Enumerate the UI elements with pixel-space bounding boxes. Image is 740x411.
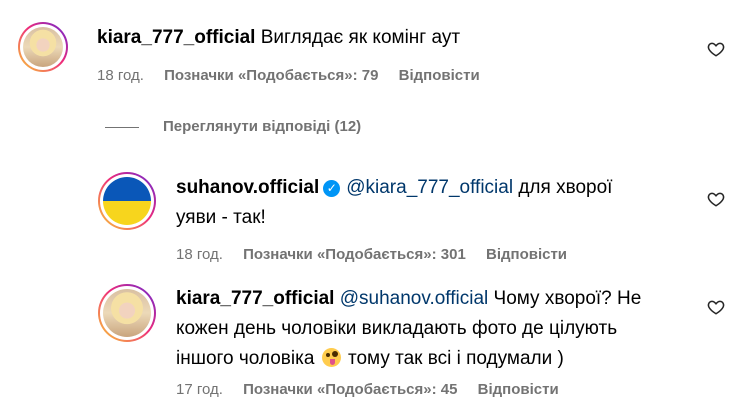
timestamp[interactable]: 18 год. [176, 246, 223, 263]
avatar[interactable] [98, 172, 156, 230]
reply-button[interactable]: Відповісти [486, 246, 567, 263]
avatar[interactable] [98, 284, 156, 342]
likes-count[interactable]: Позначки «Подобається»: 301 [243, 246, 466, 263]
timestamp[interactable]: 17 год. [176, 381, 223, 398]
reply-button[interactable]: Відповісти [399, 67, 480, 84]
username[interactable]: suhanov.official [176, 177, 319, 198]
comment-text: для хворої [513, 177, 613, 198]
username[interactable]: kiara_777_official [97, 27, 255, 48]
username[interactable]: kiara_777_official [176, 288, 334, 309]
comment-text: уяви - так! [176, 207, 266, 228]
mention-link[interactable]: @suhanov.official [340, 288, 489, 309]
view-replies-button[interactable]: Переглянути відповіді (12) [105, 118, 361, 135]
timestamp[interactable]: 18 год. [97, 67, 144, 84]
comment-text: Чому хворої? Не [488, 288, 642, 309]
avatar[interactable] [18, 22, 68, 72]
likes-count[interactable]: Позначки «Подобається»: 45 [243, 381, 457, 398]
heart-outline-icon[interactable] [707, 190, 725, 208]
reply-button[interactable]: Відповісти [478, 381, 559, 398]
mention-link[interactable]: @kiara_777_official [346, 177, 513, 198]
heart-outline-icon[interactable] [707, 298, 725, 316]
comment-text: кожен день чоловіки викладають фото де ц… [176, 318, 618, 339]
comment-text: тому так всі і подумали ) [342, 348, 564, 369]
heart-outline-icon[interactable] [707, 40, 725, 58]
comment-text: Виглядає як комінг аут [260, 27, 461, 48]
comment-text: іншого чоловіка [176, 348, 315, 369]
likes-count[interactable]: Позначки «Подобається»: 79 [164, 67, 378, 84]
verified-badge-icon: ✓ [323, 180, 341, 197]
zany-face-emoji [321, 348, 341, 367]
divider [105, 126, 139, 128]
